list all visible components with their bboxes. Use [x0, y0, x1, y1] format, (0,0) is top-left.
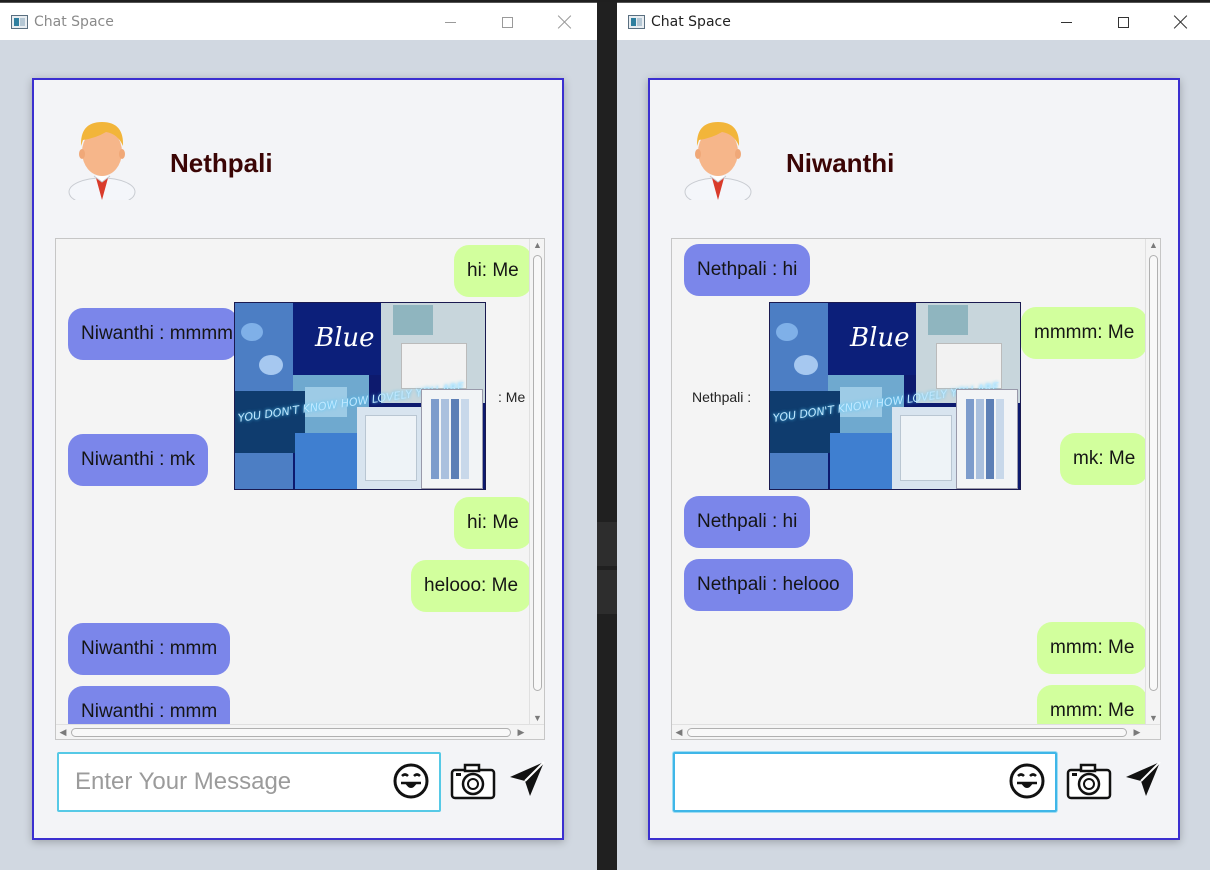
minimize-icon: [1060, 21, 1072, 23]
paper-plane-icon[interactable]: [1124, 760, 1162, 798]
minimize-icon: [444, 21, 456, 23]
scroll-down-arrow-icon[interactable]: ▼: [1149, 714, 1158, 723]
user-avatar-icon: [684, 122, 752, 200]
message-label-theirs: Nethpali :: [692, 389, 752, 405]
contact-name: Niwanthi: [786, 148, 895, 178]
message-bubble-theirs: Nethpali : hi: [684, 244, 811, 296]
message-bubble-mine: mmm: Me: [1037, 622, 1148, 674]
paper-plane-icon[interactable]: [508, 760, 546, 798]
horizontal-scroll-thumb[interactable]: [687, 728, 1127, 737]
message-bubble-theirs: Nethpali : hi: [684, 496, 811, 548]
message-bubble-theirs: Nethpali : helooo: [684, 559, 853, 611]
app-window-icon: [11, 14, 28, 29]
message-bubble-mine: hi: Me: [454, 497, 532, 549]
vertical-scroll-thumb[interactable]: [533, 255, 542, 691]
scroll-up-arrow-icon[interactable]: ▲: [1149, 241, 1158, 250]
message-bubble-mine: mk: Me: [1060, 433, 1149, 485]
app-window-icon: [628, 14, 645, 29]
message-bubble-theirs: Niwanthi : mmmm: [68, 308, 238, 360]
image-caption-text: Blue: [315, 323, 375, 353]
horizontal-scroll-thumb[interactable]: [71, 728, 511, 737]
background-window-fragment: [597, 570, 617, 614]
title-bar[interactable]: Chat Space: [617, 2, 1210, 40]
maximize-button[interactable]: [1100, 3, 1146, 41]
title-bar[interactable]: Chat Space: [0, 2, 597, 40]
minimize-button[interactable]: [1043, 3, 1089, 41]
close-button[interactable]: [542, 3, 588, 41]
image-caption-text: Blue: [850, 323, 910, 353]
chat-window-nethpali: Chat Space Nethpali hi: Me Niwanthi : mm…: [0, 2, 597, 870]
contact-name: Nethpali: [170, 148, 273, 178]
message-input[interactable]: [673, 752, 1057, 812]
close-icon: [558, 15, 572, 29]
vertical-scrollbar[interactable]: ▲ ▼: [1145, 239, 1160, 725]
scroll-up-arrow-icon[interactable]: ▲: [533, 241, 542, 250]
close-icon: [1174, 15, 1188, 29]
close-button[interactable]: [1158, 3, 1204, 41]
scroll-down-arrow-icon[interactable]: ▼: [533, 714, 542, 723]
maximize-button[interactable]: [484, 3, 530, 41]
chat-card: Niwanthi Nethpali : hi mmmm: Me Nethpali…: [648, 78, 1180, 840]
vertical-scroll-thumb[interactable]: [1149, 255, 1158, 691]
message-bubble-theirs: Niwanthi : mmm: [68, 623, 231, 675]
background-window-fragment: [597, 522, 617, 566]
shared-image[interactable]: Blue YOU DON'T KNOW HOW LOVELY YOU ARE: [769, 302, 1021, 490]
minimize-button[interactable]: [427, 3, 473, 41]
message-input-placeholder: Enter Your Message: [75, 768, 292, 795]
vertical-scrollbar[interactable]: ▲ ▼: [529, 239, 544, 725]
smiley-tongue-icon[interactable]: [392, 762, 430, 800]
message-bubble-mine: mmmm: Me: [1021, 307, 1148, 359]
user-avatar-icon: [68, 122, 136, 200]
scroll-left-arrow-icon[interactable]: ◀: [674, 727, 684, 737]
message-bubble-mine: hi: Me: [454, 245, 532, 297]
smiley-tongue-icon[interactable]: [1008, 762, 1046, 800]
window-title: Chat Space: [651, 13, 731, 30]
message-bubble-theirs: Niwanthi : mk: [68, 434, 208, 486]
horizontal-scrollbar[interactable]: ◀ ▶: [56, 724, 544, 739]
maximize-icon: [1117, 16, 1129, 28]
message-bubble-mine: helooo: Me: [411, 560, 532, 612]
shared-image[interactable]: Blue YOU DON'T KNOW HOW LOVELY YOU ARE: [234, 302, 486, 490]
chat-scroll-area[interactable]: Nethpali : hi mmmm: Me Nethpali : Blue Y…: [671, 238, 1161, 740]
message-label-mine: : Me: [498, 389, 526, 405]
maximize-icon: [501, 16, 513, 28]
window-title: Chat Space: [34, 13, 114, 30]
chat-window-niwanthi: Chat Space Niwanthi Nethpali : hi mmmm: …: [617, 2, 1210, 870]
chat-scroll-area[interactable]: hi: Me Niwanthi : mmmm Blue YOU DON'T KN…: [55, 238, 545, 740]
camera-icon[interactable]: [1066, 762, 1112, 800]
message-input[interactable]: Enter Your Message: [57, 752, 441, 812]
chat-card: Nethpali hi: Me Niwanthi : mmmm Blue YOU…: [32, 78, 564, 840]
scroll-right-arrow-icon[interactable]: ▶: [1132, 727, 1142, 737]
camera-icon[interactable]: [450, 762, 496, 800]
scroll-right-arrow-icon[interactable]: ▶: [516, 727, 526, 737]
horizontal-scrollbar[interactable]: ◀ ▶: [672, 724, 1160, 739]
scroll-left-arrow-icon[interactable]: ◀: [58, 727, 68, 737]
desktop-background: [597, 2, 617, 870]
